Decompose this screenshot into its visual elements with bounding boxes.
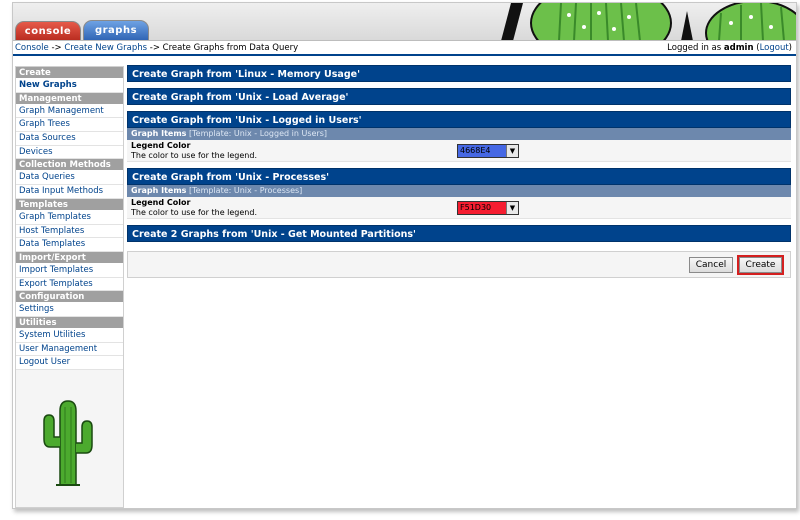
sidebar-item-settings[interactable]: Settings — [16, 303, 123, 317]
legend-color-row: Legend Color The color to use for the le… — [127, 140, 791, 162]
browser-frame: console graphs Console -> Create New Gra… — [12, 2, 797, 509]
sidebar-header-utilities: Utilities — [16, 316, 123, 329]
graph-section-mounted-partitions: Create 2 Graphs from 'Unix - Get Mounted… — [127, 225, 791, 242]
cancel-button[interactable]: Cancel — [689, 257, 733, 273]
sidebar-item-graph-trees[interactable]: Graph Trees — [16, 118, 123, 133]
graph-section-load-average: Create Graph from 'Unix - Load Average' — [127, 88, 791, 105]
sidebar-menu: Create New Graphs Management Graph Manag… — [15, 66, 124, 508]
sidebar-item-data-queries[interactable]: Data Queries — [16, 171, 123, 186]
sidebar-item-new-graphs[interactable]: New Graphs — [16, 79, 123, 93]
breadcrumb-create-new-graphs-link[interactable]: Create New Graphs — [64, 43, 147, 53]
sidebar-item-export-templates[interactable]: Export Templates — [16, 277, 123, 292]
sidebar-item-graph-management[interactable]: Graph Management — [16, 104, 123, 119]
sidebar-header-templates: Templates — [16, 198, 123, 211]
create-button[interactable]: Create — [737, 255, 784, 275]
sidebar-header-management: Management — [16, 92, 123, 105]
legend-color-value: 4668E4 — [460, 146, 491, 155]
sidebar-item-data-input-methods[interactable]: Data Input Methods — [16, 185, 123, 199]
section-title: Create Graph from 'Unix - Load Average' — [127, 88, 791, 105]
sidebar-item-data-sources[interactable]: Data Sources — [16, 132, 123, 146]
legend-color-value: F51D30 — [460, 203, 492, 212]
legend-color-select[interactable]: 4668E4 ▼ — [457, 144, 519, 158]
main-content: Create Graph from 'Linux - Memory Usage'… — [127, 65, 791, 278]
section-title: Create Graph from 'Unix - Processes' — [127, 168, 791, 185]
logout-link[interactable]: Logout — [760, 43, 789, 53]
top-tab-bar: console graphs — [13, 3, 796, 41]
action-bar: Cancel Create — [127, 251, 791, 278]
legend-color-select[interactable]: F51D30 ▼ — [457, 201, 519, 215]
sidebar-header-import-export: Import/Export — [16, 251, 123, 264]
login-username: admin — [723, 43, 754, 53]
tab-graphs[interactable]: graphs — [83, 20, 149, 40]
sidebar-item-system-utilities[interactable]: System Utilities — [16, 328, 123, 343]
section-title: Create Graph from 'Unix - Logged in User… — [127, 111, 791, 128]
sidebar-header-collection-methods: Collection Methods — [16, 159, 123, 172]
section-title: Create 2 Graphs from 'Unix - Get Mounted… — [127, 225, 791, 242]
sidebar-item-devices[interactable]: Devices — [16, 145, 123, 160]
graph-items-header: Graph Items [Template: Unix - Logged in … — [127, 128, 791, 140]
breadcrumb-separator: -> — [48, 43, 65, 53]
graph-items-header: Graph Items [Template: Unix - Processes] — [127, 185, 791, 197]
graph-section-processes: Create Graph from 'Unix - Processes' Gra… — [127, 168, 791, 219]
cactus-banner-icon — [501, 3, 796, 40]
legend-color-row: Legend Color The color to use for the le… — [127, 197, 791, 219]
cactus-logo-icon — [43, 400, 93, 486]
sidebar-header-configuration: Configuration — [16, 291, 123, 304]
sidebar-item-user-management[interactable]: User Management — [16, 342, 123, 357]
sidebar-header-create: Create — [16, 67, 123, 79]
breadcrumb-console-link[interactable]: Console — [15, 43, 49, 53]
sidebar-item-data-templates[interactable]: Data Templates — [16, 238, 123, 252]
graph-section-memory-usage: Create Graph from 'Linux - Memory Usage' — [127, 65, 791, 82]
sidebar-item-import-templates[interactable]: Import Templates — [16, 263, 123, 278]
tab-console[interactable]: console — [15, 21, 81, 40]
chevron-down-icon: ▼ — [506, 145, 518, 157]
chevron-down-icon: ▼ — [506, 202, 518, 214]
sidebar-item-logout-user[interactable]: Logout User — [16, 356, 123, 370]
section-title: Create Graph from 'Linux - Memory Usage' — [127, 65, 791, 82]
sidebar-item-graph-templates[interactable]: Graph Templates — [16, 210, 123, 225]
breadcrumb: Console -> Create New Graphs -> Create G… — [13, 41, 796, 56]
graph-section-logged-in-users: Create Graph from 'Unix - Logged in User… — [127, 111, 791, 162]
sidebar-item-host-templates[interactable]: Host Templates — [16, 224, 123, 239]
login-status: Logged in as admin (Logout) — [667, 43, 792, 53]
breadcrumb-separator: -> — [147, 43, 163, 53]
breadcrumb-current: Create Graphs from Data Query — [162, 43, 299, 53]
